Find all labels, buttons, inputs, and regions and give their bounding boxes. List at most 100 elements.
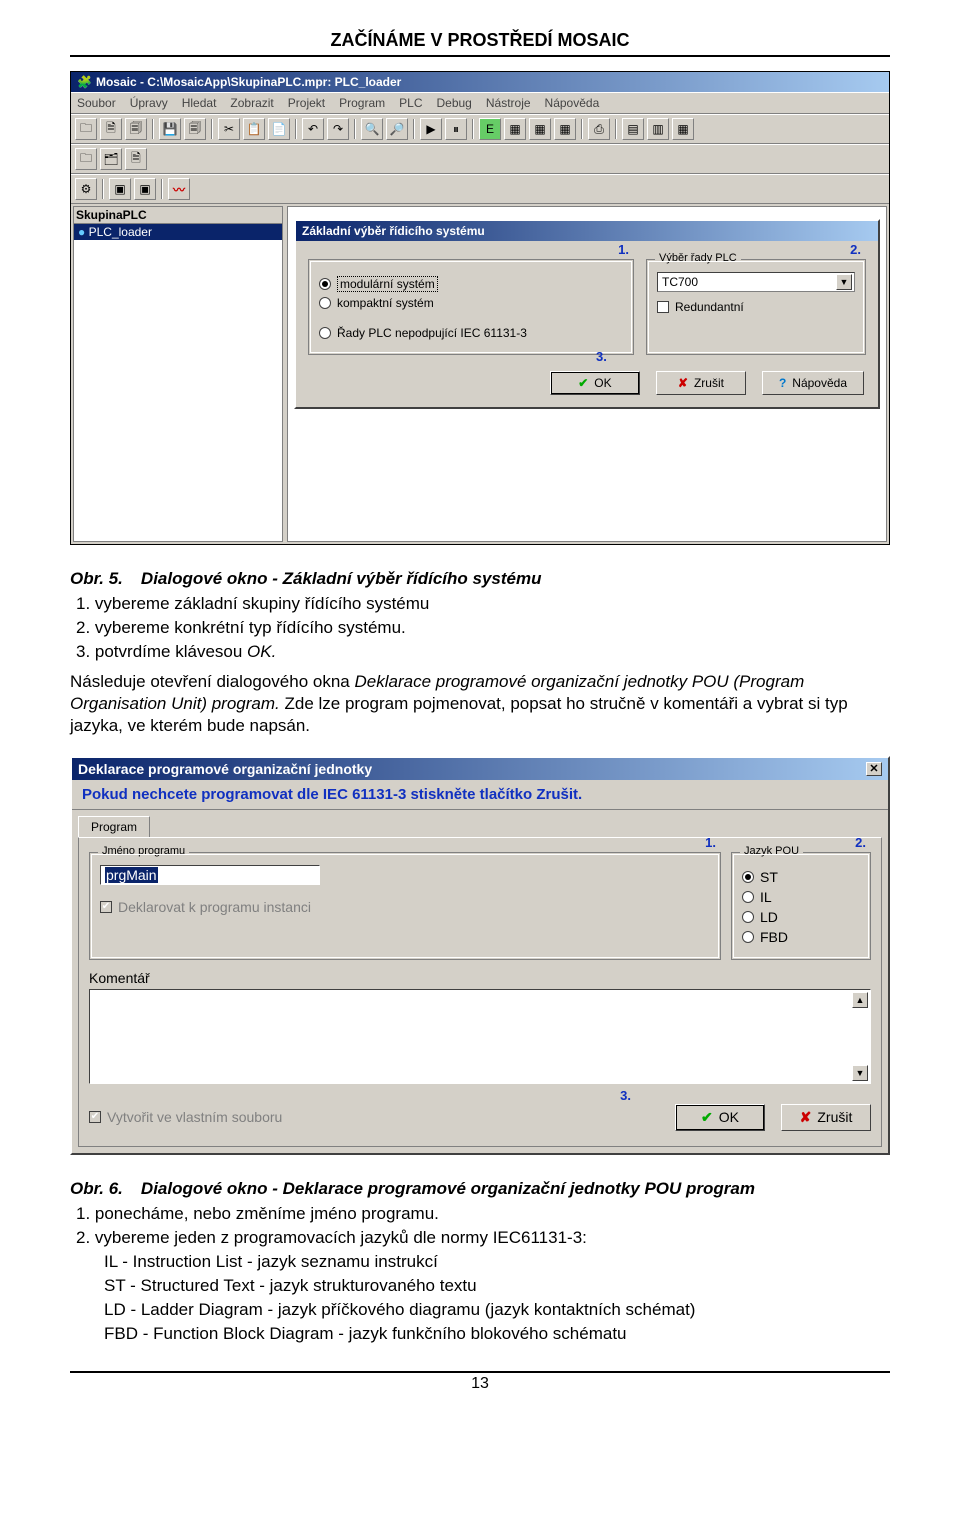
tree-item-label: PLC_loader <box>89 225 152 239</box>
radio-ld[interactable]: LD <box>742 909 860 925</box>
comment-textarea[interactable]: ▲ ▼ <box>89 989 871 1084</box>
ordered-list-1: 1. vybereme základní skupiny řídícího sy… <box>76 593 890 663</box>
toolbar-button[interactable]: ▦ <box>529 118 551 140</box>
toolbar-button[interactable]: ▤ <box>622 118 644 140</box>
toolbar-button[interactable]: 🗂 <box>100 148 122 170</box>
toolbar-button[interactable]: 📄 <box>268 118 290 140</box>
toolbar-button[interactable]: 🗎 <box>100 118 122 140</box>
toolbar-button[interactable]: 🔎 <box>386 118 408 140</box>
dialog-titlebar: Základní výběr řídicího systému <box>296 221 878 241</box>
menu-item[interactable]: Nápověda <box>545 96 600 110</box>
cancel-button[interactable]: ✘ Zrušit <box>781 1104 871 1131</box>
tree-item-selected[interactable]: ● PLC_loader <box>74 224 282 240</box>
toolbar-button[interactable]: ✂ <box>218 118 240 140</box>
scroll-up-icon[interactable]: ▲ <box>852 992 868 1008</box>
toolbar-button[interactable]: 💾 <box>159 118 181 140</box>
plc-series-select[interactable]: TC700 ▼ <box>657 272 855 292</box>
radio-icon <box>742 891 754 903</box>
toolbar-button[interactable]: 🗀 <box>75 148 97 170</box>
toolbar-button[interactable]: ↷ <box>327 118 349 140</box>
ide-titlebar: 🧩 Mosaic - C:\MosaicApp\SkupinaPLC.mpr: … <box>71 72 889 92</box>
toolbar-button[interactable]: 🗐 <box>184 118 206 140</box>
radio-icon <box>742 871 754 883</box>
toolbar-button[interactable]: ⚙ <box>75 178 97 200</box>
cancel-button[interactable]: ✘ Zrušit <box>656 371 746 395</box>
radio-compact[interactable]: kompaktní systém <box>319 296 623 310</box>
figure-caption-text: Dialogové okno - Deklarace programové or… <box>141 1179 755 1199</box>
toolbar-button[interactable]: ↶ <box>302 118 324 140</box>
cross-icon: ✘ <box>800 1109 812 1126</box>
dialog-hint: Pokud nechcete programovat dle IEC 61131… <box>72 780 888 810</box>
separator <box>161 179 163 199</box>
toolbar-button[interactable]: ▣ <box>134 178 156 200</box>
toolbar-button[interactable]: 🗐 <box>125 118 147 140</box>
toolbar-button[interactable]: ▥ <box>647 118 669 140</box>
doc-header-title: ZAČÍNÁME V PROSTŘEDÍ MOSAIC <box>70 30 890 51</box>
menu-item[interactable]: Hledat <box>182 96 217 110</box>
toolbar-button[interactable]: 🗎 <box>125 148 147 170</box>
menu-item[interactable]: PLC <box>399 96 422 110</box>
radio-st[interactable]: ST <box>742 869 860 885</box>
group-legend: Jazyk POU <box>740 845 803 857</box>
toolbar-button[interactable]: ▣ <box>109 178 131 200</box>
toolbar-button[interactable]: ▦ <box>504 118 526 140</box>
toolbar-button[interactable]: 🗀 <box>75 118 97 140</box>
menu-item[interactable]: Program <box>339 96 385 110</box>
menu-item[interactable]: Zobrazit <box>230 96 273 110</box>
chevron-down-icon: ▼ <box>836 274 852 290</box>
toolbar-button[interactable]: ▦ <box>672 118 694 140</box>
program-name-input[interactable]: prgMain <box>100 865 320 885</box>
menu-item[interactable]: Úpravy <box>130 96 168 110</box>
menu-item[interactable]: Soubor <box>77 96 116 110</box>
doc-header-rule <box>70 55 890 57</box>
ordered-list-2: 1. ponecháme, nebo změníme jméno program… <box>76 1203 890 1346</box>
toolbar-button[interactable]: ▦ <box>554 118 576 140</box>
project-tree[interactable]: SkupinaPLC ● PLC_loader <box>73 206 283 542</box>
tab-program[interactable]: Program <box>78 816 150 837</box>
separator <box>472 119 474 139</box>
check-icon: ✔ <box>578 376 588 390</box>
separator <box>295 119 297 139</box>
ide-toolbar-1: 🗀 🗎 🗐 💾 🗐 ✂ 📋 📄 ↶ ↷ 🔍 🔎 ▶ ⏸ E ▦ ▦ ▦ <box>71 114 889 144</box>
ok-button[interactable]: ✔ OK <box>550 371 640 395</box>
list-item: 3. potvrdíme klávesou OK. <box>76 641 890 663</box>
paragraph: Následuje otevření dialogového okna Dekl… <box>70 671 890 737</box>
group-legend: Výběr řady PLC <box>655 252 741 264</box>
radio-fbd[interactable]: FBD <box>742 929 860 945</box>
toolbar-button[interactable]: ⎙ <box>588 118 610 140</box>
list-item: ST - Structured Text - jazyk strukturova… <box>76 1275 890 1297</box>
help-button[interactable]: ? Nápověda <box>762 371 864 395</box>
checkbox-icon: ✔ <box>100 901 112 913</box>
chk-declare-instance: ✔ Deklarovat k programu instanci <box>100 899 710 915</box>
radio-label: kompaktní systém <box>337 296 434 310</box>
toolbar-button[interactable]: ▶ <box>420 118 442 140</box>
close-button[interactable]: ✕ <box>866 762 882 776</box>
callout-2: 2. <box>850 242 861 257</box>
chk-own-file: ✔ Vytvořit ve vlastním souboru <box>89 1109 282 1125</box>
select-value: TC700 <box>662 275 698 289</box>
radio-il[interactable]: IL <box>742 889 860 905</box>
app-icon: 🧩 <box>77 75 92 89</box>
toolbar-button[interactable]: 〰 <box>168 178 190 200</box>
figure-label: Obr. 6. <box>70 1179 123 1199</box>
radio-modular[interactable]: modulární systém <box>319 276 623 292</box>
toolbar-button[interactable]: ⏸ <box>445 118 467 140</box>
toolbar-button[interactable]: 🔍 <box>361 118 383 140</box>
menu-item[interactable]: Nástroje <box>486 96 531 110</box>
ok-button[interactable]: ✔ OK <box>675 1104 765 1131</box>
toolbar-button[interactable]: E <box>479 118 501 140</box>
radio-icon <box>319 297 331 309</box>
radio-label: FBD <box>760 929 788 945</box>
figure-caption-text: Dialogové okno - Základní výběr řídícího… <box>141 569 542 589</box>
radio-noiec[interactable]: Řady PLC nepodpující IEC 61131-3 <box>319 326 623 340</box>
menu-item[interactable]: Projekt <box>288 96 325 110</box>
chk-redundant[interactable]: Redundantní <box>657 300 855 314</box>
button-label: Zrušit <box>817 1109 852 1125</box>
dialog-title-text: Základní výběr řídicího systému <box>302 224 872 238</box>
list-item: FBD - Function Block Diagram - jazyk fun… <box>76 1323 890 1345</box>
scroll-down-icon[interactable]: ▼ <box>852 1065 868 1081</box>
toolbar-button[interactable]: 📋 <box>243 118 265 140</box>
button-label: OK <box>719 1109 739 1125</box>
menu-item[interactable]: Debug <box>436 96 471 110</box>
page-number: 13 <box>70 1371 890 1393</box>
